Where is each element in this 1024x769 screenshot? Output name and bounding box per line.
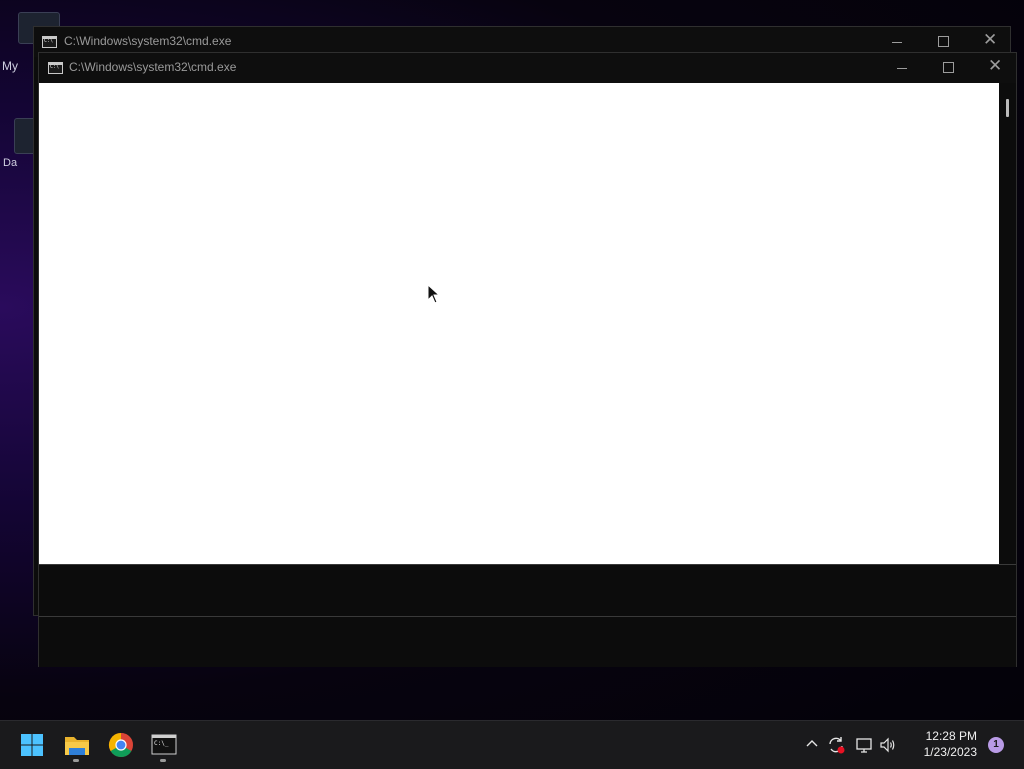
console-lower-panel: [39, 564, 1016, 616]
running-indicator: [160, 759, 166, 762]
window-title: C:\Windows\system32\cmd.exe: [64, 34, 232, 48]
maximize-icon: [938, 36, 949, 47]
clock-time: 12:28 PM: [925, 729, 977, 743]
clock-date: 1/23/2023: [923, 745, 977, 759]
desktop-icon-label: Da: [3, 157, 18, 169]
minimize-icon: [892, 42, 902, 43]
running-indicator: [73, 759, 79, 762]
file-explorer-button[interactable]: [59, 727, 95, 763]
system-tray: 12:28 PM 1/23/2023 1: [804, 721, 1024, 769]
chrome-icon: [108, 733, 133, 758]
chevron-up-icon[interactable]: [804, 736, 820, 752]
chrome-button[interactable]: [103, 727, 139, 763]
close-icon: ✕: [983, 30, 998, 50]
start-button[interactable]: [14, 727, 50, 763]
cmd-console-icon: [48, 62, 63, 74]
console-lower-panel-2: [39, 616, 1016, 667]
command-prompt-button[interactable]: C:\_: [146, 727, 182, 763]
taskbar: C:\_ 12:28 PM 1/23/2023 1: [0, 720, 1024, 769]
close-button[interactable]: ✕: [971, 53, 1017, 83]
console-output-area[interactable]: [39, 83, 999, 564]
mouse-cursor-icon: [427, 284, 441, 304]
title-bar[interactable]: C:\Windows\system32\cmd.exe ✕: [39, 53, 1016, 83]
minimize-button[interactable]: [879, 53, 925, 83]
cmd-window-front[interactable]: C:\Windows\system32\cmd.exe ✕: [38, 52, 1017, 667]
desktop-icon-label: My: [2, 59, 18, 73]
svg-text:C:\_: C:\_: [154, 740, 169, 747]
maximize-button[interactable]: [925, 53, 971, 83]
cmd-console-icon: C:\_: [151, 734, 177, 755]
cmd-console-icon: [42, 36, 57, 48]
scrollbar-thumb[interactable]: [1006, 99, 1009, 117]
minimize-icon: [897, 68, 907, 69]
maximize-icon: [943, 62, 954, 73]
network-icon[interactable]: [854, 735, 874, 755]
volume-icon[interactable]: [878, 735, 898, 755]
close-icon: ✕: [988, 56, 1003, 76]
notification-badge[interactable]: 1: [988, 737, 1004, 753]
folder-icon: [65, 737, 89, 755]
window-title: C:\Windows\system32\cmd.exe: [69, 60, 237, 74]
windows-logo-icon: [21, 734, 43, 756]
vertical-scrollbar[interactable]: [999, 83, 1016, 564]
clock[interactable]: 12:28 PM 1/23/2023: [924, 728, 977, 760]
sync-icon[interactable]: [826, 735, 846, 755]
